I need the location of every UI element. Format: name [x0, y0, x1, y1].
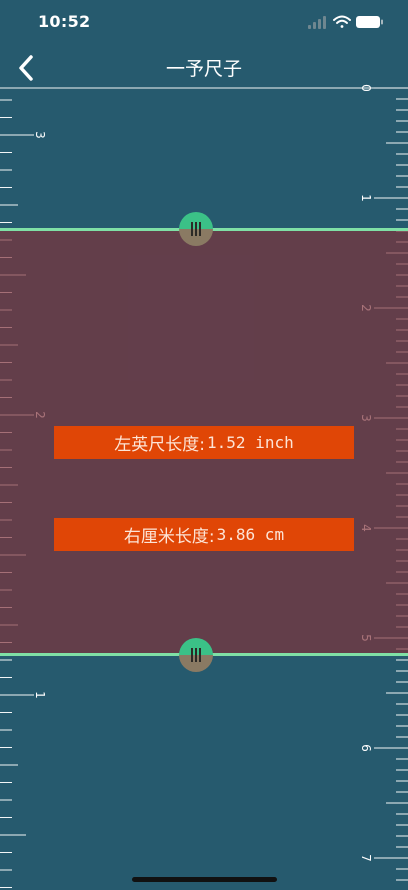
inch-length-value: 1.52 inch: [207, 433, 294, 452]
cm-length-readout: 右厘米长度: 3.86 cm: [54, 518, 354, 551]
inch-tick-label: 3: [33, 131, 47, 139]
cm-tick-label: 6: [359, 744, 373, 752]
cm-tick-label: 1: [359, 194, 373, 202]
cm-length-value: 3.86 cm: [216, 525, 285, 544]
grip-icon: [191, 222, 201, 236]
grip-icon: [191, 648, 201, 662]
top-drag-handle[interactable]: [179, 212, 213, 246]
inch-length-label: 左英尺长度:: [114, 435, 206, 455]
cm-tick-label: 7: [359, 854, 373, 862]
cm-tick-label: 0: [359, 84, 373, 92]
cm-length-label: 右厘米长度:: [123, 527, 215, 547]
home-indicator: [132, 877, 277, 882]
inch-length-readout: 左英尺长度: 1.52 inch: [54, 426, 354, 459]
bottom-drag-handle[interactable]: [179, 638, 213, 672]
inch-tick-label: 1: [33, 691, 47, 699]
